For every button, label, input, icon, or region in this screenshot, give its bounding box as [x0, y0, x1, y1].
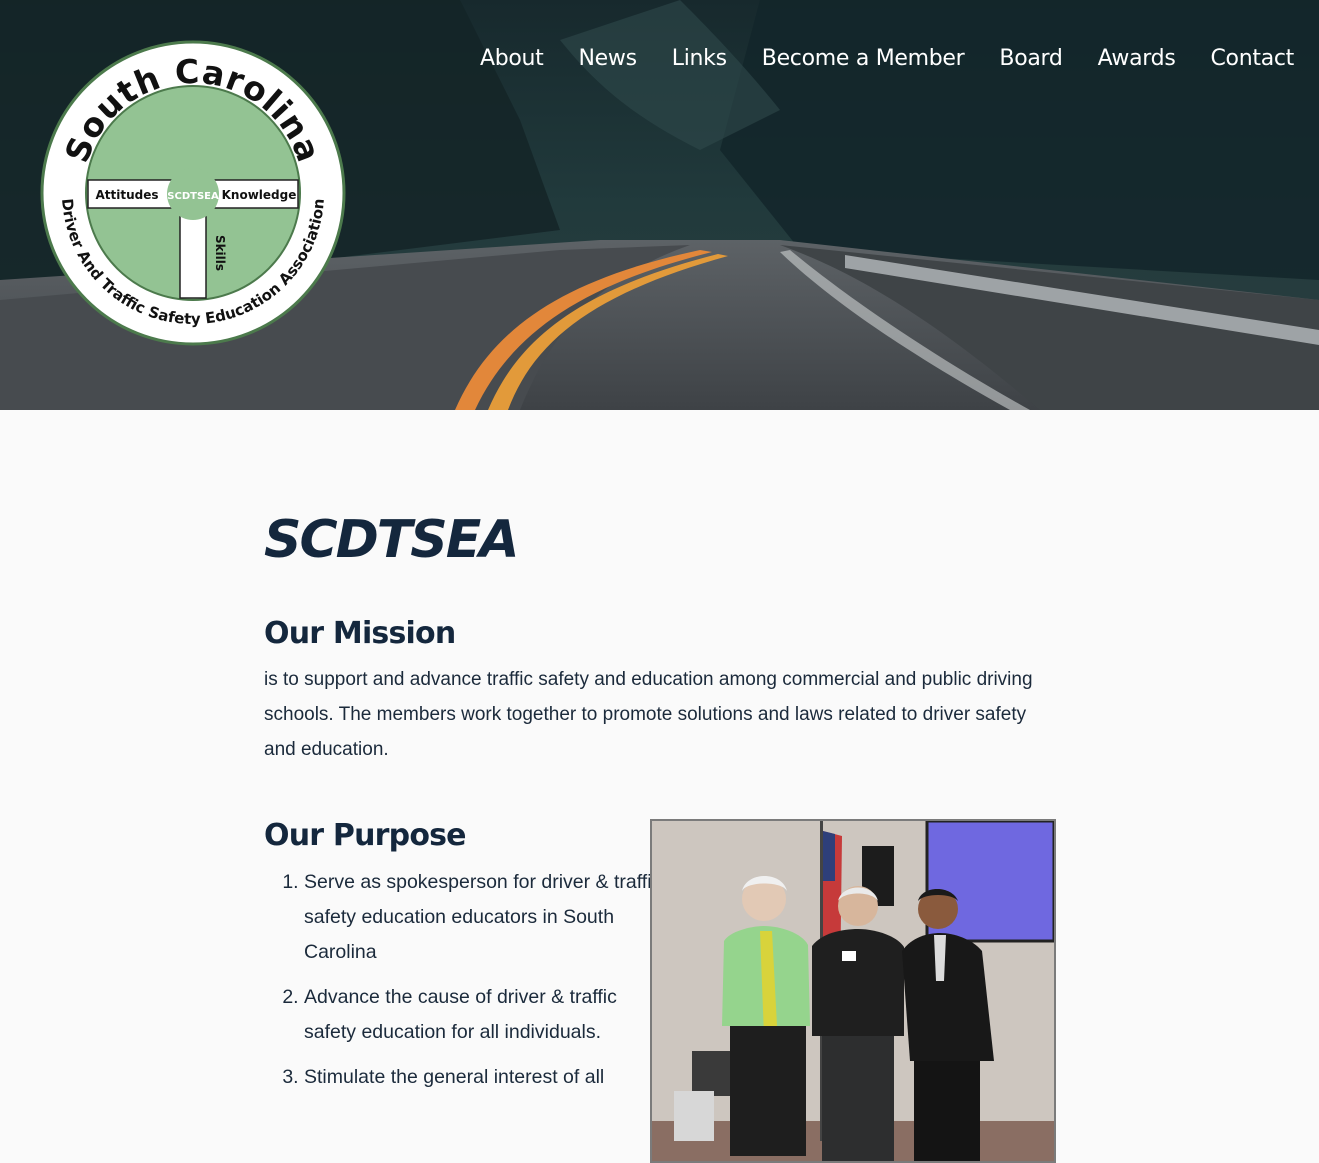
nav-link-contact[interactable]: Contact — [1211, 46, 1295, 71]
purpose-item: Stimulate the general interest of all — [304, 1060, 674, 1095]
logo-left-label: Attitudes — [95, 188, 158, 202]
nav-link-about[interactable]: About — [480, 46, 544, 71]
purpose-heading: Our Purpose — [264, 818, 467, 853]
nav-link-awards[interactable]: Awards — [1098, 46, 1176, 71]
logo-center-label: SCDTSEA — [167, 191, 219, 202]
logo-vertical-label: Skills — [213, 235, 227, 271]
mission-text: is to support and advance traffic safety… — [264, 669, 1033, 760]
purpose-item: Serve as spokesperson for driver & traff… — [304, 865, 674, 970]
nav-link-board[interactable]: Board — [999, 46, 1062, 71]
mission-heading: Our Mission — [264, 616, 456, 651]
nav-link-news[interactable]: News — [579, 46, 638, 71]
hero-banner: South Carolina Driver And Traffic Safety… — [0, 0, 1319, 410]
nav-link-become-a-member[interactable]: Become a Member — [762, 46, 965, 71]
logo-right-label: Knowledge — [222, 188, 297, 202]
nav-link-links[interactable]: Links — [672, 46, 727, 71]
purpose-list: Serve as spokesperson for driver & traff… — [264, 865, 674, 1105]
purpose-item: Advance the cause of driver & traffic sa… — [304, 980, 674, 1050]
members-photo — [650, 819, 1056, 1163]
scdtsea-logo[interactable]: South Carolina Driver And Traffic Safety… — [40, 40, 346, 346]
main-nav: About News Links Become a Member Board A… — [480, 46, 1294, 71]
page-title: SCDTSEA — [264, 510, 519, 570]
